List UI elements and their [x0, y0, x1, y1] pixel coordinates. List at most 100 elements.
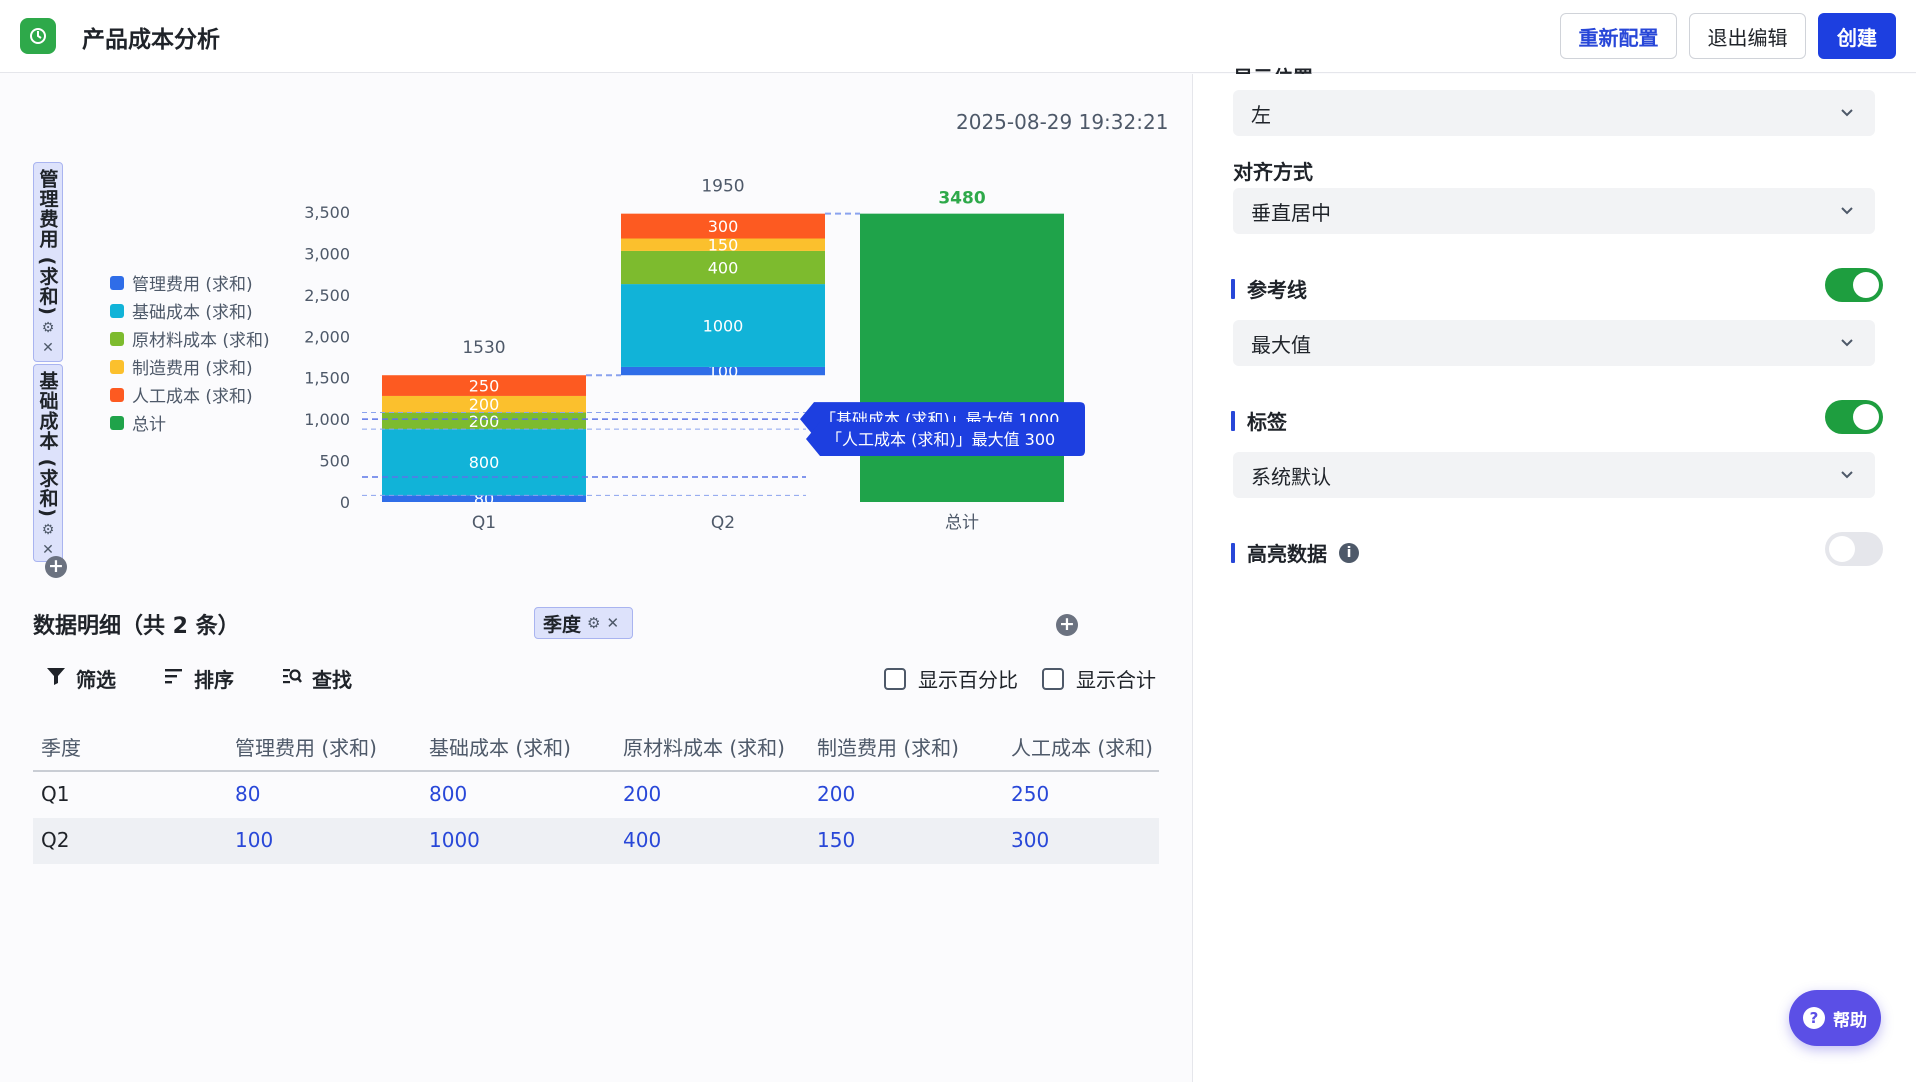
chevron-down-icon: [1837, 102, 1857, 127]
legend-label: 制造费用 (求和): [132, 359, 253, 379]
bar-data-label: 200: [469, 395, 500, 414]
legend-swatch: [110, 331, 124, 346]
bar-data-label: 400: [708, 259, 739, 278]
tag-select[interactable]: 系统默认: [1233, 452, 1875, 498]
table-cell: 200: [623, 782, 662, 806]
info-icon[interactable]: i: [1339, 542, 1359, 563]
legend-label: 总计: [132, 415, 166, 435]
table-cell: 80: [235, 782, 261, 806]
align-select[interactable]: 垂直居中: [1233, 188, 1875, 234]
refline-select-value: 最大值: [1251, 332, 1311, 357]
x-tick-label: Q1: [472, 513, 496, 533]
checkbox-box[interactable]: [884, 667, 906, 690]
find-button[interactable]: 查找: [282, 664, 352, 693]
column-header[interactable]: 人工成本 (求和): [1011, 732, 1153, 761]
stack-total-label: 1530: [462, 338, 505, 358]
section-marker: [1231, 278, 1235, 299]
y-tick-label: 2,000: [304, 327, 350, 346]
legend-item[interactable]: 原材料成本 (求和): [110, 326, 270, 351]
column-header[interactable]: 管理费用 (求和): [235, 732, 377, 761]
table-cell: 150: [817, 828, 856, 852]
help-label: 帮助: [1833, 1010, 1867, 1031]
filter-button[interactable]: 筛选: [46, 664, 116, 693]
column-header[interactable]: 季度: [41, 732, 81, 761]
show-percent-checkbox[interactable]: 显示百分比: [884, 664, 1018, 693]
table-cell: 1000: [429, 828, 480, 852]
legend-swatch: [110, 275, 124, 290]
sort-icon: [164, 666, 184, 691]
legend-label: 管理费用 (求和): [132, 275, 253, 295]
toggle-knob: [1829, 536, 1855, 562]
legend-label: 原材料成本 (求和): [132, 331, 270, 351]
column-header[interactable]: 原材料成本 (求和): [623, 732, 785, 761]
y-tick-label: 3,500: [304, 203, 350, 222]
filter-icon: [46, 666, 66, 691]
tag-section-title: 标签: [1231, 406, 1287, 435]
legend-item[interactable]: 制造费用 (求和): [110, 354, 253, 379]
show-percent-label: 显示百分比: [918, 668, 1018, 692]
stack-total-label: 3480: [938, 189, 985, 209]
refline-toggle[interactable]: [1825, 268, 1883, 302]
position-label: 显示位置: [1233, 62, 1313, 74]
table-header: 季度 管理费用 (求和) 基础成本 (求和) 原材料成本 (求和) 制造费用 (…: [33, 724, 1159, 772]
tag-toggle[interactable]: [1825, 400, 1883, 434]
legend-item[interactable]: 管理费用 (求和): [110, 270, 253, 295]
reconfigure-button[interactable]: 重新配置: [1560, 13, 1677, 59]
y-tick-label: 1,500: [304, 369, 350, 388]
show-total-label: 显示合计: [1076, 668, 1156, 692]
highlight-label: 高亮数据: [1247, 542, 1327, 566]
help-question-icon: ?: [1803, 1007, 1825, 1029]
sort-button[interactable]: 排序: [164, 664, 234, 693]
create-button[interactable]: 创建: [1818, 13, 1896, 59]
refline-select[interactable]: 最大值: [1233, 320, 1875, 366]
find-icon: [282, 666, 302, 691]
toggle-knob: [1853, 404, 1879, 430]
table-cell: Q1: [41, 782, 70, 806]
highlight-section-title: 高亮数据 i: [1231, 538, 1359, 567]
y-tick-label: 1,000: [304, 410, 350, 429]
bar-segment: [860, 213, 1064, 502]
add-x-field-icon[interactable]: +: [1056, 614, 1078, 636]
table-cell: 250: [1011, 782, 1050, 806]
legend-swatch: [110, 415, 124, 430]
legend-item[interactable]: 基础成本 (求和): [110, 298, 253, 323]
legend-item[interactable]: 人工成本 (求和): [110, 382, 253, 407]
highlight-toggle[interactable]: [1825, 532, 1883, 566]
column-header[interactable]: 制造费用 (求和): [817, 732, 959, 761]
reference-line-tag-label: 「人工成本 (求和)」最大值 300: [826, 430, 1055, 449]
gear-icon[interactable]: ⚙: [587, 614, 600, 632]
detail-title: 数据明细（共 2 条）: [33, 614, 240, 639]
x-field-pill-label: 季度: [543, 613, 582, 636]
sort-label: 排序: [194, 668, 234, 692]
exit-edit-button[interactable]: 退出编辑: [1689, 13, 1806, 59]
bar-data-label: 250: [469, 377, 500, 396]
table-cell: 400: [623, 828, 662, 852]
bar-data-label: 300: [708, 217, 739, 236]
checkbox-box[interactable]: [1042, 667, 1064, 690]
app-logo-icon: [20, 18, 56, 54]
refline-section-title: 参考线: [1231, 274, 1307, 303]
bar-data-label: 150: [708, 236, 739, 255]
table-row[interactable]: Q2 100 1000 400 150 300: [33, 818, 1159, 864]
legend-label: 人工成本 (求和): [132, 387, 253, 407]
table-row[interactable]: Q1 80 800 200 200 250: [33, 772, 1159, 818]
position-select[interactable]: 左: [1233, 90, 1875, 136]
section-marker: [1231, 542, 1235, 563]
close-icon[interactable]: ✕: [606, 614, 619, 632]
refline-label: 参考线: [1247, 278, 1307, 302]
bar-data-label: 200: [469, 412, 500, 431]
bar-data-label: 800: [469, 453, 500, 472]
chevron-down-icon: [1837, 332, 1857, 357]
align-label: 对齐方式: [1233, 160, 1313, 184]
chevron-down-icon: [1837, 464, 1857, 489]
config-panel: 显示位置 左 对齐方式 垂直居中 参考线 最大值 标签 系统默认 高亮数据 i: [1192, 66, 1916, 1082]
legend-swatch: [110, 387, 124, 402]
show-total-checkbox[interactable]: 显示合计: [1042, 664, 1156, 693]
y-tick-label: 2,500: [304, 286, 350, 305]
column-header[interactable]: 基础成本 (求和): [429, 732, 571, 761]
help-button[interactable]: ? 帮助: [1789, 990, 1881, 1046]
page-title: 产品成本分析: [82, 27, 220, 53]
legend-item[interactable]: 总计: [110, 410, 166, 435]
x-tick-label: Q2: [711, 513, 735, 533]
x-field-pill[interactable]: 季度 ⚙ ✕: [534, 607, 633, 639]
